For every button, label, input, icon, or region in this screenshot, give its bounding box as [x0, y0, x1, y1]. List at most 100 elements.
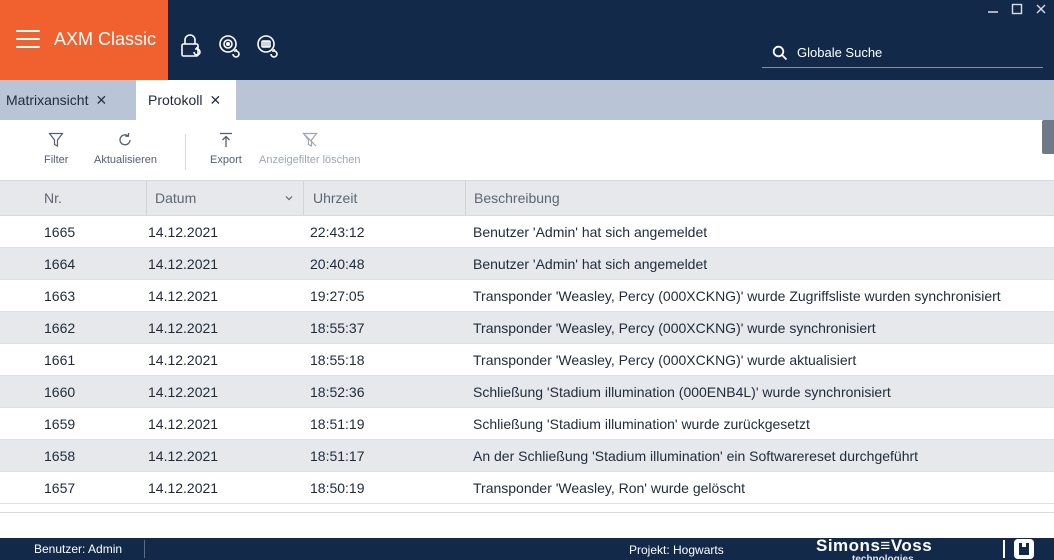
export-label: Export [210, 154, 242, 166]
column-divider [146, 181, 147, 215]
cell-beschreibung: Transponder 'Weasley, Percy (000XCKNG)' … [473, 319, 876, 336]
cell-datum: 14.12.2021 [148, 287, 219, 304]
toolbar-divider [185, 134, 186, 170]
cell-uhrzeit: 18:55:18 [310, 351, 365, 368]
refresh-button[interactable]: Aktualisieren [94, 132, 157, 166]
column-header-datum[interactable]: Datum [155, 181, 196, 215]
cell-beschreibung: An der Schließung 'Stadium illumination'… [473, 447, 919, 464]
cell-uhrzeit: 19:27:05 [310, 287, 365, 304]
cell-uhrzeit: 18:55:37 [310, 319, 365, 336]
minimize-icon[interactable] [986, 2, 1000, 16]
cell-uhrzeit: 22:43:12 [310, 223, 365, 240]
cell-nr: 1661 [44, 351, 76, 368]
logo-divider [1003, 540, 1005, 558]
table-row[interactable]: 1663 14.12.2021 19:27:05 Transponder 'We… [0, 280, 1054, 312]
cell-beschreibung: Benutzer 'Admin' hat sich angemeldet [473, 255, 708, 272]
cell-beschreibung: Transponder 'Weasley, Percy (000XCKNG)' … [473, 351, 857, 368]
refresh-label: Aktualisieren [94, 154, 157, 166]
close-icon[interactable] [1034, 2, 1048, 16]
cell-nr: 1660 [44, 383, 76, 400]
table-row[interactable]: 1665 14.12.2021 22:43:12 Benutzer 'Admin… [0, 216, 1054, 248]
status-bar: Benutzer: Admin Projekt: Hogwarts Simons… [0, 538, 1054, 560]
column-header-uhrzeit[interactable]: Uhrzeit [313, 181, 357, 215]
refresh-icon [119, 133, 132, 146]
chevron-down-icon[interactable] [284, 193, 294, 203]
cell-datum: 14.12.2021 [148, 319, 219, 336]
global-search-input[interactable]: Globale Suche [762, 38, 1043, 68]
protocol-table: Nr. Datum Uhrzeit Beschreibung 1665 14.1… [0, 180, 1054, 504]
cell-beschreibung: Transponder 'Weasley, Ron' wurde gelösch… [473, 479, 746, 496]
cell-nr: 1664 [44, 255, 76, 272]
status-divider [144, 540, 145, 558]
filter-button[interactable]: Filter [44, 132, 68, 166]
column-divider [465, 181, 466, 215]
column-header-beschreibung[interactable]: Beschreibung [474, 181, 560, 215]
card-sync-icon[interactable] [254, 32, 282, 60]
table-bottom-border [0, 512, 1054, 513]
cell-beschreibung: Transponder 'Weasley, Percy (000XCKNG)' … [473, 287, 1001, 304]
app-title: AXM Classic [54, 29, 157, 49]
cell-datum: 14.12.2021 [148, 479, 219, 496]
table-row[interactable]: 1657 14.12.2021 18:50:19 Transponder 'We… [0, 472, 1054, 504]
window-controls [986, 2, 1048, 16]
clear-filter-button[interactable]: Anzeigefilter löschen [259, 132, 361, 166]
cell-datum: 14.12.2021 [148, 415, 219, 432]
search-icon [772, 45, 788, 60]
cell-nr: 1665 [44, 223, 76, 240]
table-row[interactable]: 1658 14.12.2021 18:51:17 An der Schließu… [0, 440, 1054, 472]
cell-datum: 14.12.2021 [148, 351, 219, 368]
tab-protokoll[interactable]: Protokoll ✕ [136, 80, 236, 120]
cell-nr: 1657 [44, 479, 76, 496]
transponder-sync-icon[interactable] [216, 32, 244, 60]
close-tab-icon[interactable]: ✕ [209, 92, 221, 109]
hamburger-icon[interactable] [16, 30, 40, 48]
status-user: Benutzer: Admin [34, 542, 123, 556]
simonsvoss-logo: Simons≡Voss technologies [816, 538, 1054, 560]
cell-datum: 14.12.2021 [148, 255, 219, 272]
lock-sync-icon[interactable] [178, 32, 206, 60]
maximize-icon[interactable] [1010, 2, 1024, 16]
cell-nr: 1658 [44, 447, 76, 464]
clear-filter-icon [302, 132, 318, 147]
clear-filter-label: Anzeigefilter löschen [259, 154, 361, 166]
status-project: Projekt: Hogwarts [629, 543, 724, 557]
cell-uhrzeit: 18:51:17 [310, 447, 365, 464]
filter-label: Filter [44, 154, 69, 166]
cell-beschreibung: Benutzer 'Admin' hat sich angemeldet [473, 223, 708, 240]
cell-uhrzeit: 18:50:19 [310, 479, 365, 496]
tab-label: Protokoll [148, 92, 203, 108]
column-header-nr[interactable]: Nr. [44, 181, 62, 215]
app-menu-button[interactable]: AXM Classic [0, 0, 168, 80]
cell-datum: 14.12.2021 [148, 223, 219, 240]
close-tab-icon[interactable]: ✕ [95, 92, 107, 109]
toolbar: Filter Aktualisieren Export Anzeigefilte… [0, 120, 1054, 180]
table-row[interactable]: 1664 14.12.2021 20:40:48 Benutzer 'Admin… [0, 248, 1054, 280]
table-row[interactable]: 1661 14.12.2021 18:55:18 Transponder 'We… [0, 344, 1054, 376]
filter-icon [48, 132, 64, 147]
logo-subtext: technologies [852, 554, 914, 560]
cell-nr: 1662 [44, 319, 76, 336]
table-row[interactable]: 1660 14.12.2021 18:52:36 Schließung 'Sta… [0, 376, 1054, 408]
cell-nr: 1663 [44, 287, 76, 304]
cell-beschreibung: Schließung 'Stadium illumination' wurde … [473, 415, 810, 432]
column-divider [303, 181, 304, 215]
tab-bar: Matrixansicht ✕ Protokoll ✕ [0, 80, 1054, 120]
export-button[interactable]: Export [210, 132, 242, 166]
cell-beschreibung: Schließung 'Stadium illumination (000ENB… [473, 383, 891, 400]
table-row[interactable]: 1662 14.12.2021 18:55:37 Transponder 'We… [0, 312, 1054, 344]
cell-nr: 1659 [44, 415, 76, 432]
cell-datum: 14.12.2021 [148, 447, 219, 464]
table-row[interactable]: 1659 14.12.2021 18:51:19 Schließung 'Sta… [0, 408, 1054, 440]
cell-uhrzeit: 20:40:48 [310, 255, 365, 272]
logo-mark-icon [1014, 539, 1034, 559]
cell-uhrzeit: 18:52:36 [310, 383, 365, 400]
cell-datum: 14.12.2021 [148, 383, 219, 400]
search-placeholder: Globale Suche [797, 45, 883, 60]
tab-matrixansicht[interactable]: Matrixansicht ✕ [6, 80, 134, 120]
table-header: Nr. Datum Uhrzeit Beschreibung [0, 180, 1054, 216]
tab-label: Matrixansicht [6, 92, 89, 108]
cell-uhrzeit: 18:51:19 [310, 415, 365, 432]
export-icon [219, 132, 232, 147]
header-tools [178, 32, 282, 60]
side-panel-toggle[interactable] [1042, 120, 1054, 154]
